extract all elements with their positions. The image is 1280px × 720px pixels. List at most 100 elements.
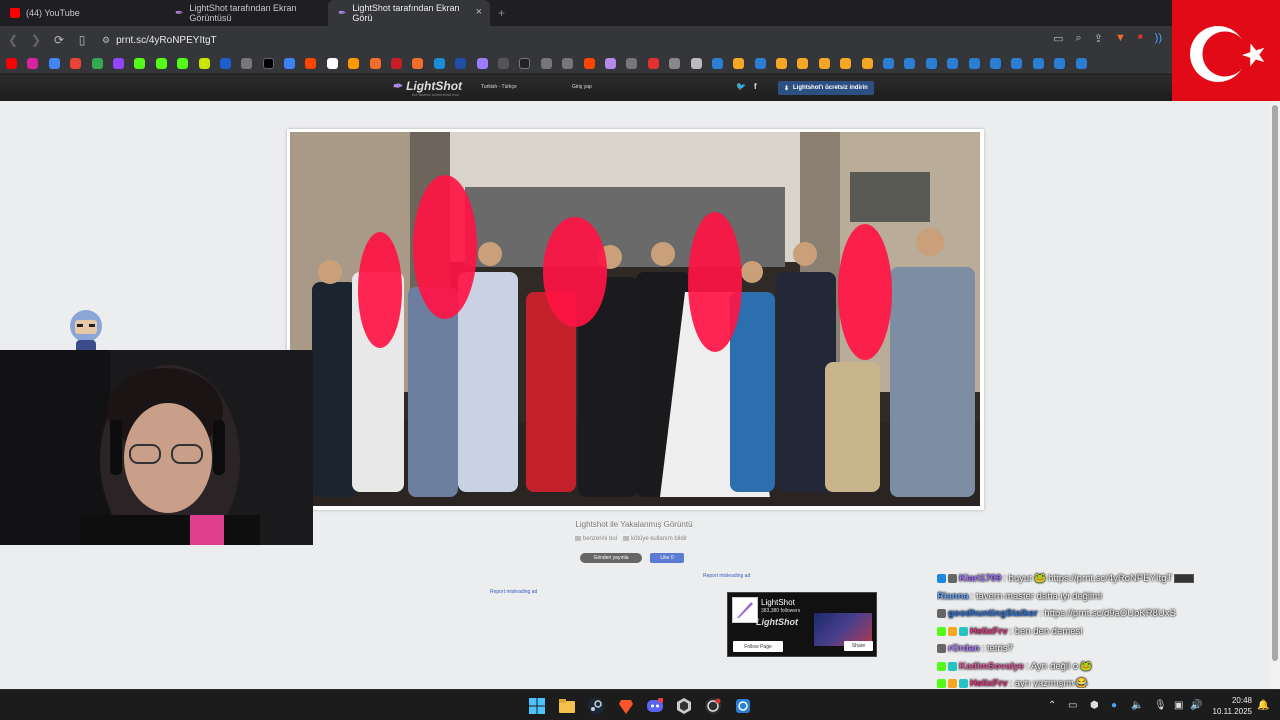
report-ad-link[interactable]: Report misleading ad [703, 573, 750, 579]
login-link[interactable]: Giriş yap [572, 84, 592, 90]
volume-icon[interactable]: 🔈 [1131, 700, 1143, 711]
bookmark-icon[interactable] [284, 58, 296, 69]
bookmark-icon[interactable] [412, 58, 424, 69]
bookmark-icon[interactable] [369, 58, 381, 69]
bookmark-icon[interactable] [326, 58, 338, 69]
bookmark-icon[interactable] [562, 58, 574, 69]
bookmark-x-icon[interactable] [262, 58, 274, 69]
fb-page-name[interactable]: LightShot [761, 598, 795, 607]
bookmark-folder-icon[interactable] [690, 58, 702, 69]
steam-icon[interactable] [588, 698, 604, 714]
fb-share-button[interactable]: Share [844, 641, 873, 651]
bookmark-icon[interactable] [733, 58, 745, 69]
bookmark-icon[interactable] [626, 58, 638, 69]
file-explorer-icon[interactable] [559, 698, 575, 714]
bookmark-steam-icon[interactable] [947, 58, 959, 69]
bookmark-icon[interactable] [391, 58, 403, 69]
bookmark-steam-icon[interactable] [989, 58, 1001, 69]
new-tab-button[interactable]: + [498, 6, 505, 20]
bookmark-icon[interactable] [519, 58, 531, 69]
microphone-icon[interactable]: 🎙 [1154, 700, 1167, 711]
bookmark-icon[interactable] [797, 58, 809, 69]
notification-icon[interactable]: 🔔 [1257, 700, 1269, 711]
extension-icon[interactable]: )) [1155, 32, 1162, 45]
bookmark-amazon-icon[interactable] [348, 58, 360, 69]
bookmark-icon[interactable] [241, 58, 253, 69]
site-info-icon[interactable]: ⚙ [102, 35, 110, 46]
tab-lightshot-2[interactable]: ✒ LightShot tarafından Ekran Görü × [328, 0, 490, 26]
bookmark-gmail-icon[interactable] [70, 58, 82, 69]
brave-shield-icon[interactable]: ▼ [1115, 32, 1126, 45]
network-app-icon[interactable] [735, 698, 751, 714]
bookmark-icon[interactable] [219, 58, 231, 69]
bookmark-icon[interactable] [861, 58, 873, 69]
bookmark-drive-icon[interactable] [91, 58, 103, 69]
zoom-icon[interactable]: ⌕ [1076, 32, 1082, 45]
bookmark-steam-icon[interactable] [1075, 58, 1087, 69]
bookmark-icon[interactable]: ▯ [72, 33, 92, 47]
bookmark-icon[interactable] [818, 58, 830, 69]
bookmark-icon[interactable] [476, 58, 488, 69]
bookmark-steam-icon[interactable] [904, 58, 916, 69]
bookmark-icon[interactable] [669, 58, 681, 69]
page-scrollbar[interactable] [1270, 101, 1280, 689]
chat-link[interactable]: https://prnt.sc/d9aOUoKR8UxS [1044, 608, 1175, 619]
forward-icon[interactable]: ❯ [26, 33, 46, 47]
bookmark-icon[interactable] [497, 58, 509, 69]
bookmark-steam-icon[interactable] [925, 58, 937, 69]
discord-icon[interactable] [647, 698, 663, 714]
language-selector[interactable]: Turkish - Türkçe [481, 84, 517, 90]
scrollbar-thumb[interactable] [1272, 105, 1278, 661]
bookmark-reddit-icon[interactable] [583, 58, 595, 69]
lightshot-logo[interactable]: ✒ LightShot [392, 79, 462, 93]
battery-icon[interactable]: ▭ [1068, 700, 1077, 711]
facebook-icon[interactable]: f [754, 82, 757, 91]
bookmark-steam-icon[interactable] [1054, 58, 1066, 69]
bookmark-kick-icon[interactable] [134, 58, 146, 69]
network-icon[interactable]: ▣ [1174, 700, 1183, 711]
report-abuse-link[interactable]: kötüye kullanım bildir [623, 536, 687, 542]
steam-tray-icon[interactable]: ● [1111, 700, 1117, 711]
obs-icon[interactable] [705, 698, 721, 714]
bookmark-translate-icon[interactable] [48, 58, 60, 69]
bookmark-icon[interactable] [540, 58, 552, 69]
bookmark-steam-icon[interactable] [883, 58, 895, 69]
clock[interactable]: 20:48 10.11.2025 [1208, 695, 1252, 717]
bookmark-instagram-icon[interactable] [27, 58, 39, 69]
ublock-icon[interactable]: ■ [1138, 32, 1143, 45]
back-icon[interactable]: ❮ [3, 33, 23, 47]
twitter-icon[interactable]: 🐦 [736, 82, 746, 91]
bookmark-reddit-icon[interactable] [305, 58, 317, 69]
bookmark-steam-icon[interactable] [754, 58, 766, 69]
close-tab-icon[interactable]: × [476, 6, 482, 18]
reload-icon[interactable]: ⟳ [49, 33, 69, 47]
bookmark-kick-icon[interactable] [155, 58, 167, 69]
bookmark-icon[interactable] [433, 58, 445, 69]
tweet-button[interactable]: Gönderi yayınla [580, 553, 642, 563]
tab-lightshot-1[interactable]: ✒ LightShot tarafından Ekran Görüntüsü [165, 0, 328, 26]
facebook-page-widget[interactable]: LightShot 383,380 followers LightShot Fo… [727, 592, 877, 657]
bookmark-twitch-icon[interactable] [112, 58, 124, 69]
bookmark-lightshot-icon[interactable] [604, 58, 616, 69]
bookmark-icon[interactable] [198, 58, 210, 69]
url-input[interactable]: prnt.sc/4yRoNPEYItgT [116, 35, 217, 46]
bookmark-icon[interactable] [647, 58, 659, 69]
find-similar-link[interactable]: benzerini bul [575, 536, 617, 542]
bookmark-steam-icon[interactable] [968, 58, 980, 69]
bookmark-icon[interactable] [840, 58, 852, 69]
tab-youtube[interactable]: (44) YouTube [0, 0, 165, 26]
fb-follow-button[interactable]: Follow Page [733, 641, 783, 652]
bookmark-icon[interactable] [455, 58, 467, 69]
like-button[interactable]: Like 0 [650, 553, 684, 563]
bookmark-icon[interactable] [776, 58, 788, 69]
shield-icon[interactable]: ⬢ [1090, 700, 1099, 711]
bookmark-youtube-icon[interactable] [6, 58, 17, 69]
tray-expand-icon[interactable]: ⌃ [1048, 700, 1056, 711]
bookmark-steam-icon[interactable] [1032, 58, 1044, 69]
screenshot-image[interactable] [290, 132, 980, 506]
chat-link[interactable]: https://prnt.sc/4yRoNPEYItgT [1048, 573, 1172, 584]
bookmark-steam-icon[interactable] [1011, 58, 1023, 69]
brave-browser-icon[interactable] [618, 698, 634, 714]
app-icon[interactable] [676, 698, 692, 714]
windows-start-icon[interactable] [529, 698, 545, 714]
